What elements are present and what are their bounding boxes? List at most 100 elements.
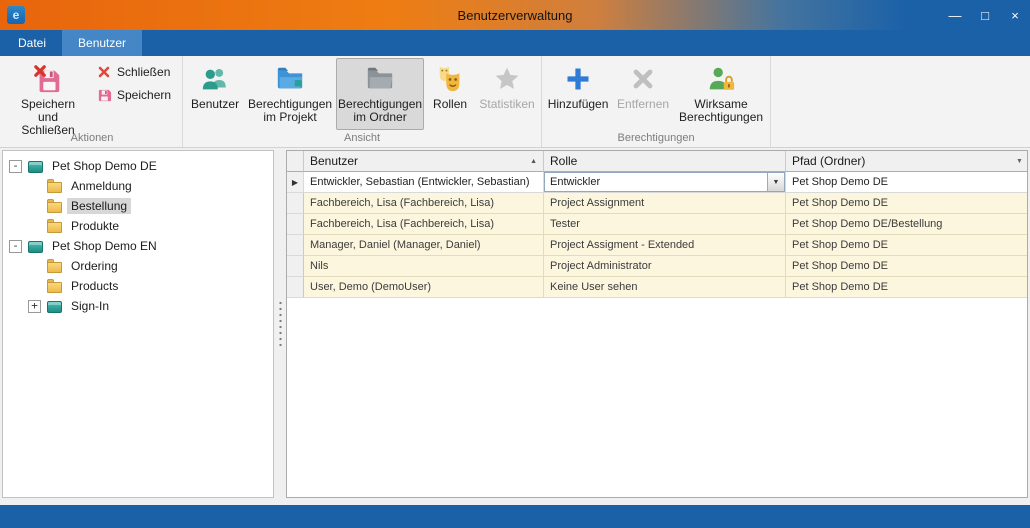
- project-icon: [27, 239, 44, 254]
- rollen-button[interactable]: Rollen: [426, 58, 474, 130]
- button-label: Berechtigungen im Projekt: [248, 98, 332, 124]
- group-label-ansicht: Ansicht: [186, 131, 538, 147]
- expand-icon[interactable]: +: [28, 300, 41, 313]
- tree-item-label: Anmeldung: [67, 178, 136, 194]
- tab-datei[interactable]: Datei: [2, 30, 62, 56]
- minimize-button[interactable]: —: [940, 0, 970, 30]
- splitter-dots-icon: [279, 300, 282, 346]
- cell-benutzer[interactable]: Fachbereich, Lisa (Fachbereich, Lisa): [304, 193, 544, 214]
- tree-item-bestellung[interactable]: Bestellung: [7, 196, 273, 216]
- tree-item-label: Pet Shop Demo EN: [48, 238, 161, 254]
- collapse-icon[interactable]: -: [9, 160, 22, 173]
- expander-spacer: [28, 260, 41, 273]
- cell-pfad[interactable]: Pet Shop Demo DE/Bestellung: [786, 214, 1027, 235]
- save-close-icon: [32, 63, 64, 95]
- tree-item-pet-shop-demo-en[interactable]: - Pet Shop Demo EN: [7, 236, 273, 256]
- cell-rolle[interactable]: Project Administrator: [544, 256, 786, 277]
- cell-benutzer[interactable]: Entwickler, Sebastian (Entwickler, Sebas…: [304, 172, 544, 193]
- save-icon: [96, 87, 112, 103]
- button-label: Entfernen: [617, 98, 669, 111]
- app-icon[interactable]: e: [7, 6, 25, 24]
- wirksame-berechtigungen-button[interactable]: Wirksame Berechtigungen: [675, 58, 767, 130]
- titlebar: e Benutzerverwaltung — □ ×: [0, 0, 1030, 30]
- splitter-handle[interactable]: [274, 148, 286, 498]
- column-header-rolle[interactable]: Rolle: [544, 151, 786, 172]
- cell-benutzer[interactable]: User, Demo (DemoUser): [304, 277, 544, 298]
- window-title: Benutzerverwaltung: [0, 8, 1030, 23]
- main-area: -Pet Shop Demo DEAnmeldungBestellungProd…: [0, 148, 1030, 498]
- bottom-gap: [0, 498, 1030, 505]
- tree-item-label: Ordering: [67, 258, 122, 274]
- folder-tree: -Pet Shop Demo DE Anmeldung Bestellung Prod…: [2, 150, 274, 498]
- cell-rolle[interactable]: Project Assignment: [544, 193, 786, 214]
- tree-item-label: Produkte: [67, 218, 123, 234]
- status-bar: [0, 505, 1030, 528]
- table-row[interactable]: Fachbereich, Lisa (Fachbereich, Lisa)Pro…: [287, 193, 1027, 214]
- table-row[interactable]: Fachbereich, Lisa (Fachbereich, Lisa)Tes…: [287, 214, 1027, 235]
- statistiken-button[interactable]: Statistiken: [476, 58, 538, 130]
- close-button[interactable]: ×: [1000, 0, 1030, 30]
- cell-pfad[interactable]: Pet Shop Demo DE: [786, 172, 1027, 193]
- header-dropdown-icon[interactable]: ▼: [1012, 151, 1027, 172]
- button-label: Rollen: [433, 98, 467, 111]
- tree-item-products[interactable]: Products: [7, 276, 273, 296]
- button-label: Statistiken: [479, 98, 534, 111]
- column-header-pfad[interactable]: Pfad (Ordner): [786, 151, 1012, 172]
- expander-spacer: [28, 200, 41, 213]
- table-row[interactable]: NilsProject AdministratorPet Shop Demo D…: [287, 256, 1027, 277]
- row-indicator: ▶: [287, 172, 304, 193]
- table-row[interactable]: User, Demo (DemoUser)Keine User sehenPet…: [287, 277, 1027, 298]
- close-red-icon: [96, 64, 112, 80]
- column-header-benutzer[interactable]: Benutzer ▲: [304, 151, 544, 172]
- cell-rolle[interactable]: Project Assigment - Extended: [544, 235, 786, 256]
- app-window: e Benutzerverwaltung — □ × Datei Benutze…: [0, 0, 1030, 528]
- tree-item-sign-in[interactable]: +Sign-In: [7, 296, 273, 316]
- berechtigungen-im-ordner-button[interactable]: Berechtigungen im Ordner: [336, 58, 424, 130]
- maximize-button[interactable]: □: [970, 0, 1000, 30]
- rolle-combobox[interactable]: Entwickler▼: [544, 172, 785, 192]
- cell-benutzer[interactable]: Fachbereich, Lisa (Fachbereich, Lisa): [304, 214, 544, 235]
- ribbon-group-aktionen: Speichern und Schließen Schließen: [2, 56, 183, 147]
- hinzufuegen-button[interactable]: Hinzufügen: [545, 58, 611, 130]
- schliessen-button[interactable]: Schließen: [93, 62, 179, 82]
- button-label: Speichern: [117, 88, 171, 102]
- table-row[interactable]: Manager, Daniel (Manager, Daniel)Project…: [287, 235, 1027, 256]
- cell-benutzer[interactable]: Manager, Daniel (Manager, Daniel): [304, 235, 544, 256]
- benutzer-button[interactable]: Benutzer: [186, 58, 244, 130]
- speichern-und-schliessen-button[interactable]: Speichern und Schließen: [5, 58, 91, 130]
- window-controls: — □ ×: [940, 0, 1030, 30]
- cell-rolle[interactable]: Keine User sehen: [544, 277, 786, 298]
- tree-item-anmeldung[interactable]: Anmeldung: [7, 176, 273, 196]
- ribbon-tab-row: Datei Benutzer: [0, 30, 1030, 56]
- combo-value: Entwickler: [545, 173, 767, 191]
- project-icon: [27, 159, 44, 174]
- row-indicator-header: [287, 151, 304, 172]
- combo-dropdown-button[interactable]: ▼: [767, 173, 784, 191]
- collapse-icon[interactable]: -: [9, 240, 22, 253]
- cell-pfad[interactable]: Pet Shop Demo DE: [786, 235, 1027, 256]
- entfernen-button[interactable]: Entfernen: [613, 58, 673, 130]
- cell-pfad[interactable]: Pet Shop Demo DE: [786, 277, 1027, 298]
- group-label-berechtigungen: Berechtigungen: [545, 131, 767, 147]
- ribbon-group-berechtigungen: Hinzufügen Entfernen: [542, 56, 771, 147]
- cell-pfad[interactable]: Pet Shop Demo DE: [786, 193, 1027, 214]
- button-label: Wirksame Berechtigungen: [679, 98, 763, 124]
- tree-item-produkte[interactable]: Produkte: [7, 216, 273, 236]
- cell-rolle[interactable]: Tester: [544, 214, 786, 235]
- speichern-button[interactable]: Speichern: [93, 85, 179, 105]
- project-icon: [46, 299, 63, 314]
- berechtigungen-im-projekt-button[interactable]: Berechtigungen im Projekt: [246, 58, 334, 130]
- table-row[interactable]: ▶Entwickler, Sebastian (Entwickler, Seba…: [287, 172, 1027, 193]
- ribbon-filler: [771, 56, 1030, 147]
- cell-rolle[interactable]: Entwickler▼: [544, 172, 786, 193]
- tree-item-pet-shop-demo-de[interactable]: -Pet Shop Demo DE: [7, 156, 273, 176]
- row-indicator: [287, 214, 304, 235]
- group-label-aktionen: Aktionen: [5, 131, 179, 147]
- cell-benutzer[interactable]: Nils: [304, 256, 544, 277]
- cell-pfad[interactable]: Pet Shop Demo DE: [786, 256, 1027, 277]
- tab-benutzer[interactable]: Benutzer: [62, 30, 142, 56]
- expander-spacer: [28, 220, 41, 233]
- expander-spacer: [28, 180, 41, 193]
- tree-item-ordering[interactable]: Ordering: [7, 256, 273, 276]
- folder-icon: [46, 179, 63, 194]
